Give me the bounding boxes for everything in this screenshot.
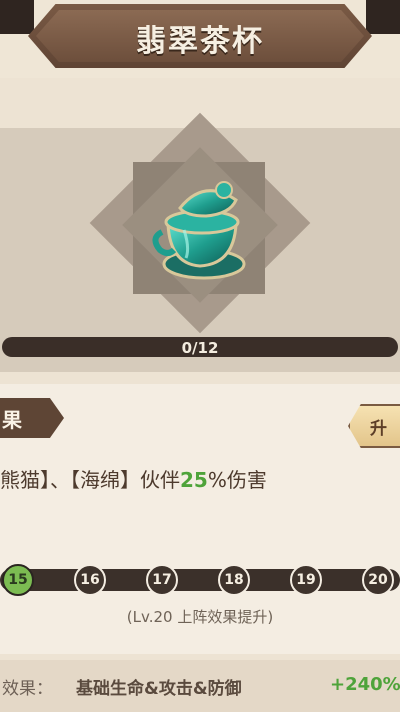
level-node-17[interactable]: 17: [146, 564, 178, 596]
description-prefix: 熊猫】、【海绵】伙伴: [0, 468, 180, 492]
upgrade-button-label[interactable]: 升: [370, 414, 387, 439]
bottom-bonus: +240%: [330, 674, 400, 695]
level-node-15[interactable]: 15: [2, 564, 34, 596]
bottom-stat: 基础生命&攻击&防御: [76, 679, 242, 699]
jade-teacup-icon[interactable]: [140, 168, 260, 288]
level-node-18[interactable]: 18: [218, 564, 250, 596]
level-note: (Lv.20 上阵效果提升): [126, 608, 274, 626]
level-track: [0, 569, 400, 591]
description-suffix: %伤害: [207, 468, 267, 492]
description-value: 25: [180, 468, 208, 492]
effect-description: 熊猫】、【海绵】伙伴25%伤害: [0, 464, 267, 493]
level-node-16[interactable]: 16: [74, 564, 106, 596]
level-node-20[interactable]: 20: [362, 564, 394, 596]
bottom-label: 效果：: [2, 679, 53, 699]
progress-text: 0/12: [181, 339, 219, 357]
page-title: 翡翠茶杯: [136, 24, 264, 59]
level-node-19[interactable]: 19: [290, 564, 322, 596]
effect-tab-label: 果: [2, 408, 22, 432]
